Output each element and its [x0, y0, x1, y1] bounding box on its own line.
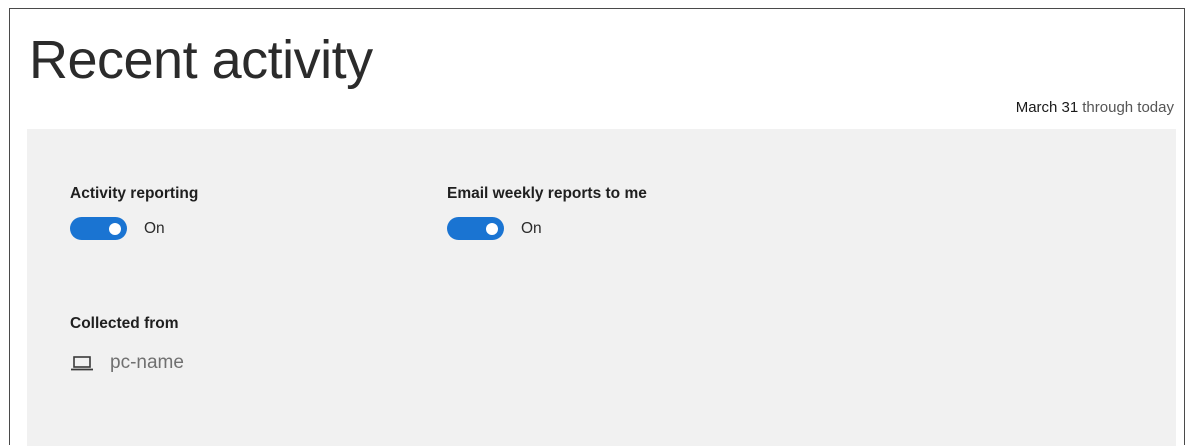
recent-activity-window: Recent activity March 31 through today Ac… [9, 8, 1185, 446]
email-weekly-reports-state: On [521, 219, 542, 237]
activity-reporting-state: On [144, 219, 165, 237]
toggle-knob [109, 222, 121, 235]
date-range-start: March 31 [1015, 99, 1079, 116]
device-item: pc-name [70, 351, 184, 375]
email-weekly-reports-setting: Email weekly reports to me On [447, 184, 647, 240]
collected-from-section: Collected from pc-name [70, 314, 184, 375]
device-name: pc-name [110, 352, 184, 373]
collected-from-label: Collected from [70, 315, 179, 332]
date-range: March 31 through today [1016, 98, 1174, 118]
email-weekly-reports-toggle[interactable] [447, 217, 504, 240]
email-weekly-reports-label: Email weekly reports to me [447, 185, 647, 202]
settings-panel: Activity reporting On Email weekly repor… [27, 129, 1176, 446]
activity-reporting-label: Activity reporting [70, 185, 199, 202]
activity-reporting-setting: Activity reporting On [70, 184, 198, 240]
page-title: Recent activity [29, 30, 373, 90]
activity-reporting-toggle[interactable] [70, 217, 127, 240]
laptop-icon [70, 354, 94, 372]
email-weekly-reports-toggle-row: On [447, 217, 647, 240]
date-range-suffix: through today [1082, 99, 1174, 116]
toggle-knob [486, 222, 498, 235]
activity-reporting-toggle-row: On [70, 217, 198, 240]
